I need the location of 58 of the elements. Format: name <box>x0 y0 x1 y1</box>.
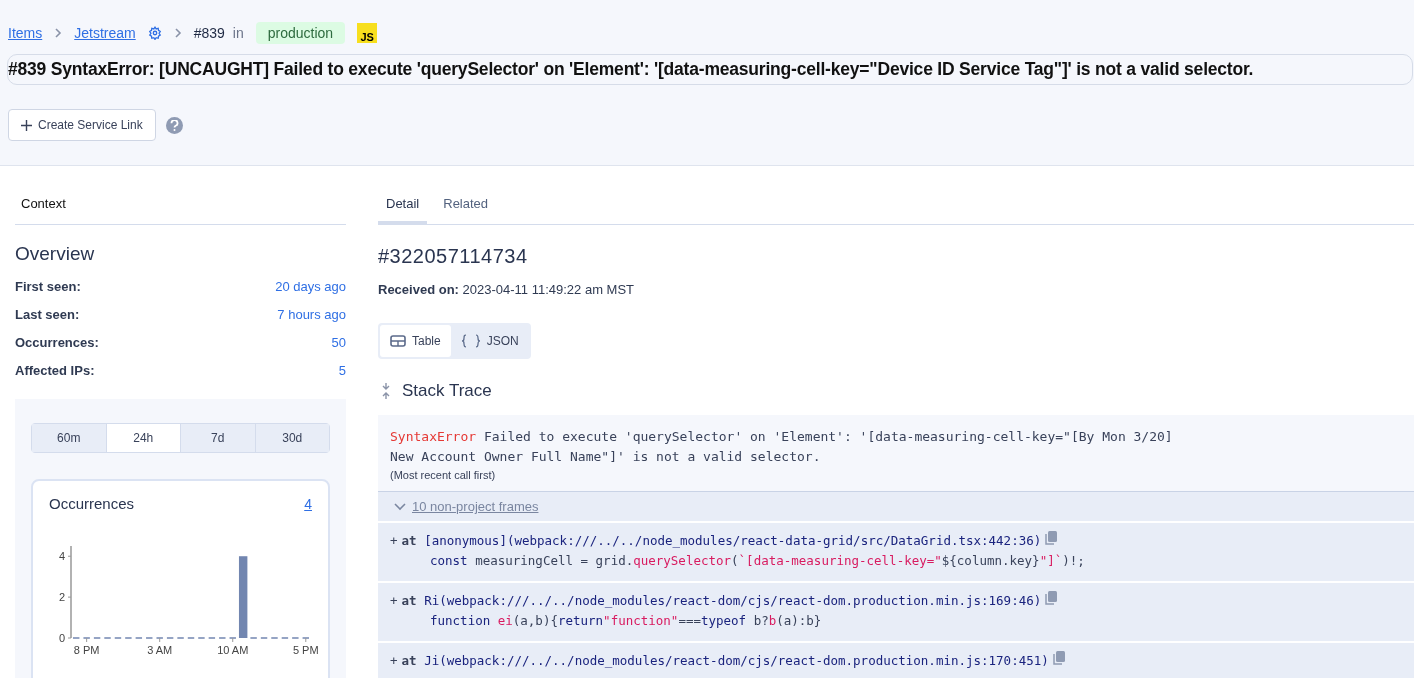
x-tick-label: 3 AM <box>147 644 173 656</box>
detail-tab[interactable]: Detail <box>378 196 428 224</box>
view-toggle-button[interactable]: JSON <box>450 325 529 357</box>
breadcrumb-link[interactable]: Items <box>8 25 43 41</box>
chevron-icon <box>173 27 182 39</box>
braces-icon <box>460 334 481 348</box>
in-label: in <box>232 25 244 41</box>
card-title: Occurrences <box>49 495 135 512</box>
copy-icon[interactable] <box>1052 651 1065 665</box>
range-button[interactable]: 60m <box>32 424 107 452</box>
y-tick-label: 2 <box>58 591 65 604</box>
chevron-icon <box>54 27 63 39</box>
overview-heading: Overview <box>15 243 96 265</box>
range-button[interactable]: 24h <box>106 424 181 452</box>
detail-tab[interactable]: Related <box>435 196 497 224</box>
received-on-text: Received on: 2023-04-11 11:49:22 am MST <box>378 282 636 297</box>
collapse-icon[interactable] <box>382 383 390 399</box>
stat-label: Occurrences: <box>15 335 99 352</box>
x-tick-label: 8 PM <box>73 644 100 656</box>
stat-value-link[interactable]: 50 <box>331 335 346 363</box>
expand-toggle[interactable]: + <box>390 651 398 671</box>
stat-label: Last seen: <box>15 307 80 324</box>
frame-location: at Ri(webpack:///../../node_modules/react-dom/cjs/react-dom.production.min.js:169:46) <box>401 592 1042 610</box>
environment-tag: production <box>255 22 346 44</box>
code-line: const measuringCell = grid.querySelector(`[data-measuring-cell-key="${column.key}"]`)!; <box>429 552 1086 570</box>
expand-toggle[interactable]: + <box>390 531 398 551</box>
stat-value-link[interactable]: 7 hours ago <box>277 307 346 335</box>
title-field[interactable]: #839 SyntaxError: [UNCAUGHT] Failed to execute 'querySelector' on 'Element': '[data-measuring-cell-key="Device ID Service Tag"]' is not a valid selector. <box>7 54 1413 85</box>
y-tick-label: 0 <box>58 632 65 644</box>
breadcrumb-current: #839 <box>193 25 225 41</box>
x-tick-label: 10 AM <box>217 644 249 656</box>
stat-label: Affected IPs: <box>15 363 95 380</box>
stat-label: First seen: <box>15 279 81 296</box>
platform-badge: JS <box>357 23 378 43</box>
code-line: function ei(a,b){return"function"===typeof b?b(a):b} <box>429 612 823 630</box>
create-service-link-button[interactable]: Create Service Link <box>8 109 156 141</box>
context-tab[interactable]: Context <box>15 196 72 224</box>
expand-toggle[interactable]: + <box>390 591 398 611</box>
copy-icon[interactable] <box>1045 591 1058 605</box>
count-link[interactable]: 4 <box>304 495 312 512</box>
stack-trace-heading: Stack Trace <box>402 381 492 401</box>
gear-icon[interactable] <box>147 26 162 40</box>
plus-icon <box>21 119 32 131</box>
copy-icon[interactable] <box>1045 531 1058 545</box>
error-message: SyntaxError Failed to execute 'querySelector' on 'Element': '[data-measuring-cell-key="[By Mon 3/20] New Account Owner Full Name"]' is not a valid selector. <box>390 428 1174 466</box>
breadcrumb-link[interactable]: Jetstream <box>74 25 136 41</box>
frame-location: at Ji(webpack:///../../node_modules/react-dom/cjs/react-dom.production.min.js:170:451) <box>401 652 1049 670</box>
frame-location: at [anonymous](webpack:///../../node_modules/react-data-grid/src/DataGrid.tsx:442:36) <box>401 532 1042 550</box>
table-icon <box>390 335 406 347</box>
y-tick-label: 4 <box>58 550 65 563</box>
x-tick-label: 5 PM <box>292 644 319 656</box>
chevron-icon <box>394 502 406 511</box>
event-id: #322057114734 <box>378 245 529 268</box>
stat-value-link[interactable]: 5 <box>338 363 346 391</box>
help-icon[interactable] <box>165 116 183 134</box>
call-order-note: (Most recent call first) <box>390 469 497 481</box>
view-toggle-button[interactable]: Table <box>380 325 451 357</box>
stat-value-link[interactable]: 20 days ago <box>275 279 346 307</box>
